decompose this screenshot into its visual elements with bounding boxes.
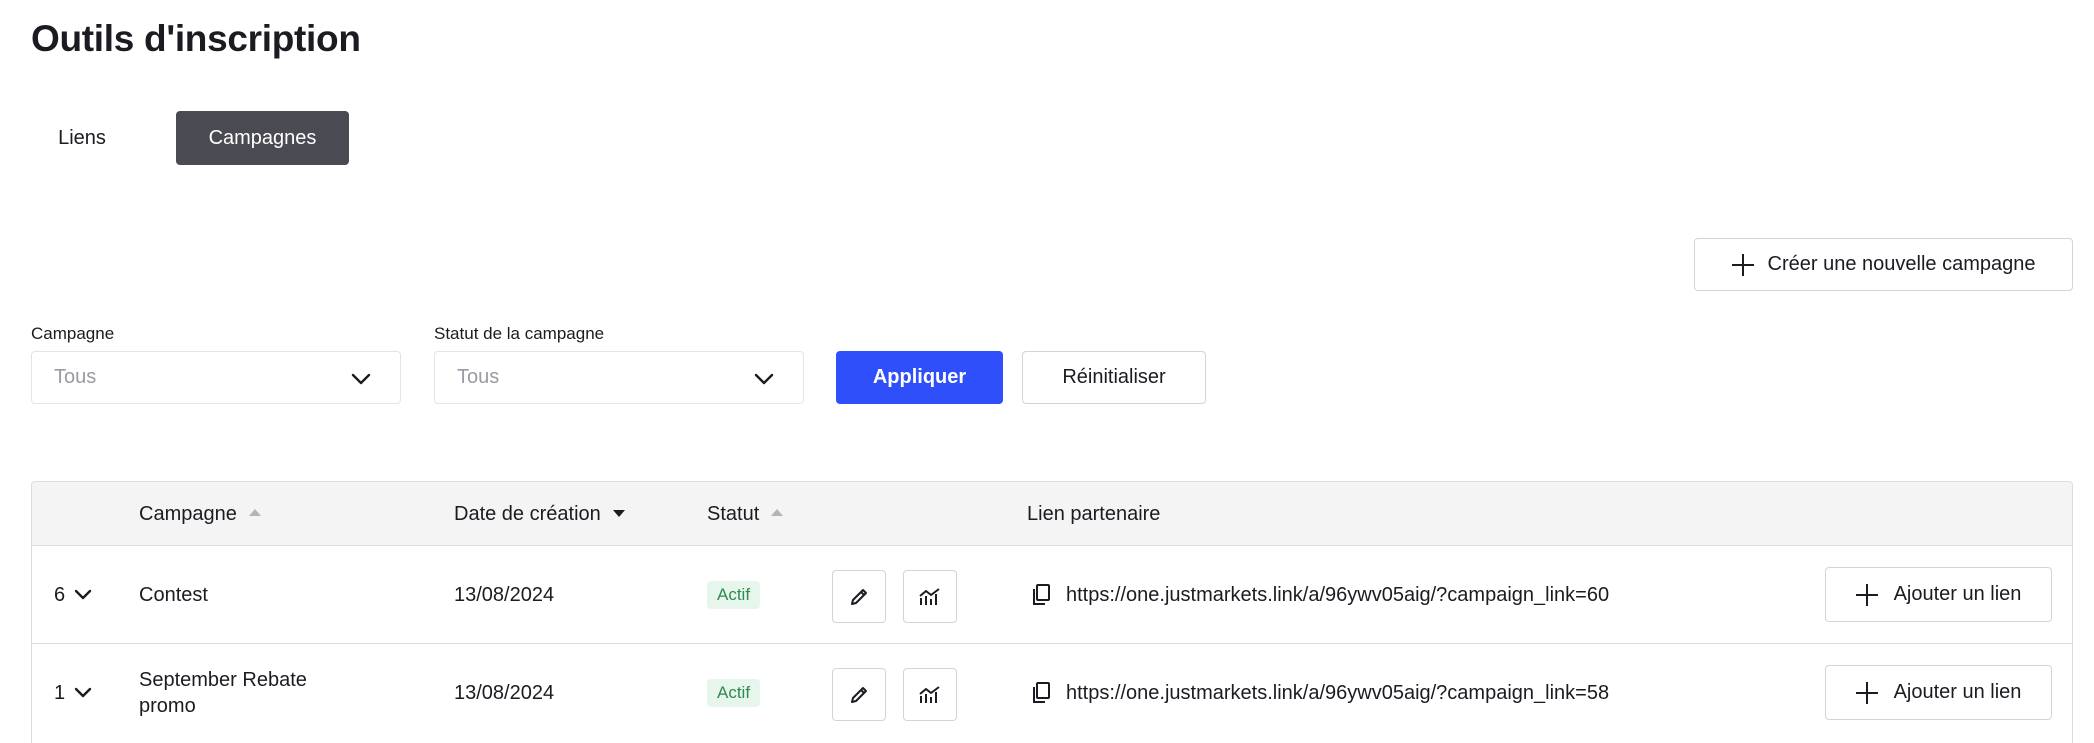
- status-badge: Actif: [707, 679, 761, 707]
- column-header-date-label: Date de création: [454, 502, 601, 525]
- pencil-icon: [851, 588, 867, 605]
- statistics-button[interactable]: [903, 668, 957, 721]
- partner-link-cell: https://one.justmarkets.link/a/96ywv05ai…: [1030, 644, 1609, 742]
- sort-asc-icon: [248, 508, 261, 516]
- column-header-campaign-label: Campagne: [139, 502, 237, 525]
- expand-row-toggle[interactable]: 1: [54, 644, 93, 742]
- column-header-status[interactable]: Statut: [707, 482, 784, 546]
- add-link-label: Ajouter un lien: [1893, 681, 2022, 703]
- add-link-button[interactable]: Ajouter un lien: [1825, 665, 2052, 720]
- expand-row-toggle[interactable]: 6: [54, 546, 93, 644]
- copy-icon[interactable]: [1030, 583, 1052, 607]
- status-select[interactable]: Tous: [434, 351, 804, 404]
- chevron-down-icon: [754, 373, 774, 385]
- edit-button[interactable]: [832, 668, 886, 721]
- link-count: 6: [54, 583, 66, 606]
- create-campaign-label: Créer une nouvelle campagne: [1767, 253, 2036, 275]
- campaign-name: September Rebate promo: [139, 669, 307, 717]
- edit-button[interactable]: [832, 570, 886, 623]
- statistics-button[interactable]: [903, 570, 957, 623]
- add-link-label: Ajouter un lien: [1893, 583, 2022, 605]
- pencil-icon: [851, 686, 867, 703]
- partner-link[interactable]: https://one.justmarkets.link/a/96ywv05ai…: [1066, 584, 1609, 607]
- campaign-select[interactable]: Tous: [31, 351, 401, 404]
- plus-icon: [1731, 253, 1754, 276]
- create-campaign-button[interactable]: Créer une nouvelle campagne: [1694, 238, 2073, 291]
- campaign-select-value: Tous: [54, 366, 97, 388]
- column-header-date[interactable]: Date de création: [454, 482, 625, 546]
- chart-icon: [919, 587, 940, 605]
- column-header-campaign[interactable]: Campagne: [139, 482, 261, 546]
- campaign-filter-label: Campagne: [31, 324, 115, 343]
- chevron-down-icon: [74, 687, 92, 698]
- campaigns-table: Campagne Date de création Statut Lien pa…: [31, 481, 2073, 743]
- column-header-partner-link: Lien partenaire: [1027, 482, 1160, 546]
- table-row: 1 September Rebate promo 13/08/2024 Acti…: [32, 644, 2072, 742]
- status-badge: Actif: [707, 581, 761, 609]
- table-row: 6 Contest 13/08/2024 Actif https://one.j…: [32, 546, 2072, 644]
- sort-asc-icon: [771, 508, 784, 516]
- page-title: Outils d'inscription: [31, 18, 361, 59]
- creation-date: 13/08/2024: [454, 583, 555, 606]
- partner-link[interactable]: https://one.justmarkets.link/a/96ywv05ai…: [1066, 682, 1609, 705]
- column-header-status-label: Statut: [707, 502, 760, 525]
- chart-icon: [919, 685, 940, 703]
- sort-desc-icon: [612, 509, 625, 517]
- campaigns-page: Outils d'inscription Liens Campagnes Cré…: [0, 0, 2094, 743]
- apply-button[interactable]: Appliquer: [836, 351, 1003, 404]
- column-header-partner-link-label: Lien partenaire: [1027, 502, 1161, 525]
- reset-button[interactable]: Réinitialiser: [1022, 351, 1206, 404]
- tab-campagnes[interactable]: Campagnes: [176, 111, 349, 165]
- partner-link-cell: https://one.justmarkets.link/a/96ywv05ai…: [1030, 546, 1609, 644]
- plus-icon: [1855, 681, 1878, 704]
- creation-date: 13/08/2024: [454, 681, 555, 704]
- status-select-value: Tous: [457, 366, 500, 388]
- tab-liens[interactable]: Liens: [31, 111, 133, 165]
- status-filter-label: Statut de la campagne: [434, 324, 605, 343]
- copy-icon[interactable]: [1030, 681, 1052, 705]
- link-count: 1: [54, 681, 66, 704]
- table-header: Campagne Date de création Statut Lien pa…: [32, 482, 2072, 546]
- chevron-down-icon: [351, 373, 371, 385]
- add-link-button[interactable]: Ajouter un lien: [1825, 567, 2052, 622]
- campaign-name: Contest: [139, 584, 208, 606]
- plus-icon: [1855, 583, 1878, 606]
- chevron-down-icon: [74, 589, 92, 600]
